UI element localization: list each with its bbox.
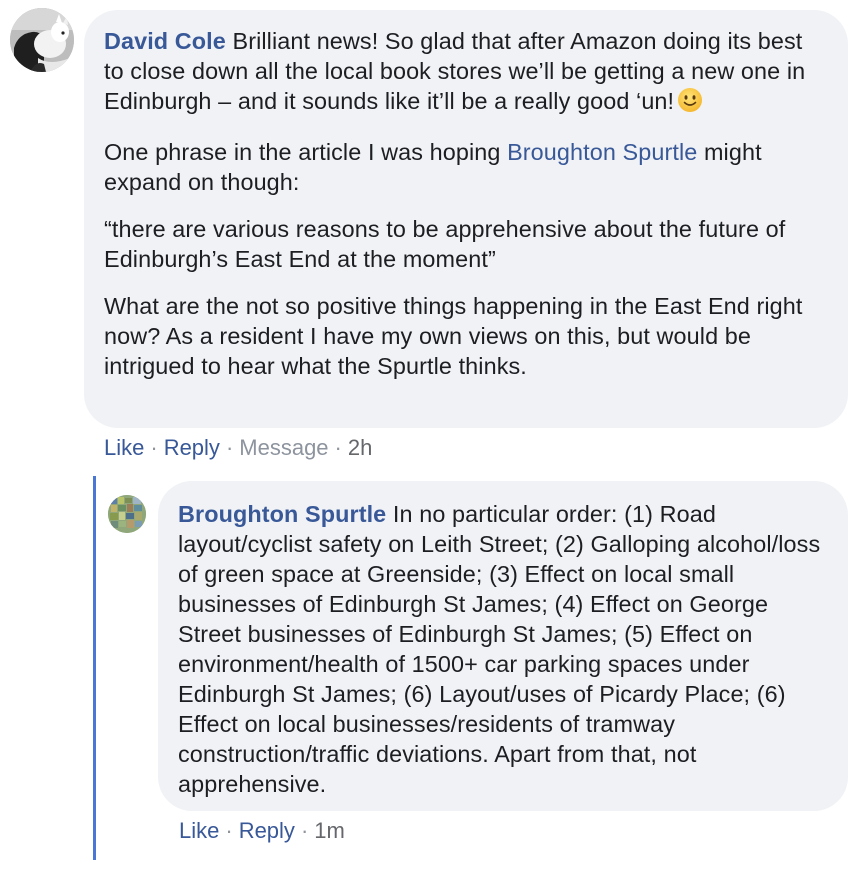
reply-paragraph: Broughton Spurtle In no particular order… <box>178 499 828 799</box>
reply-thread-line <box>93 476 96 860</box>
reply-button[interactable]: Reply <box>164 435 220 460</box>
comment-paragraph-1: David Cole Brilliant news! So glad that … <box>104 26 824 120</box>
reply-actions: Like · Reply · 1m <box>179 817 345 845</box>
separator: · <box>334 435 342 460</box>
separator: · <box>225 435 234 460</box>
comment-timestamp[interactable]: 2h <box>348 435 372 460</box>
reply-author-name[interactable]: Broughton Spurtle <box>178 501 386 527</box>
reply-bubble: Broughton Spurtle In no particular order… <box>158 481 848 811</box>
avatar-broughton-spurtle[interactable] <box>108 495 146 533</box>
avatar-david-cole[interactable] <box>10 8 74 72</box>
reply-button[interactable]: Reply <box>239 818 295 843</box>
reply-timestamp[interactable]: 1m <box>314 818 345 843</box>
comment-author-name[interactable]: David Cole <box>104 28 226 54</box>
like-button[interactable]: Like <box>179 818 219 843</box>
message-button[interactable]: Message <box>239 435 328 460</box>
separator: · <box>300 818 309 843</box>
comment-bubble: David Cole Brilliant news! So glad that … <box>84 10 848 428</box>
reply-text: In no particular order: (1) Road layout/… <box>178 501 821 797</box>
slightly-smiling-face-emoji-icon <box>677 87 703 120</box>
separator: · <box>150 435 158 460</box>
comment-actions: Like · Reply · Message · 2h <box>104 434 372 462</box>
profile-photo-icon <box>10 8 74 72</box>
separator: · <box>225 818 233 843</box>
comment-paragraph-3: “there are various reasons to be apprehe… <box>104 216 786 272</box>
like-button[interactable]: Like <box>104 435 144 460</box>
mosaic-logo-icon <box>108 495 146 533</box>
comment-paragraph-4: What are the not so positive things happ… <box>104 293 803 379</box>
mention-broughton-spurtle[interactable]: Broughton Spurtle <box>507 139 697 165</box>
comment-paragraph-2: One phrase in the article I was hoping B… <box>104 139 762 195</box>
